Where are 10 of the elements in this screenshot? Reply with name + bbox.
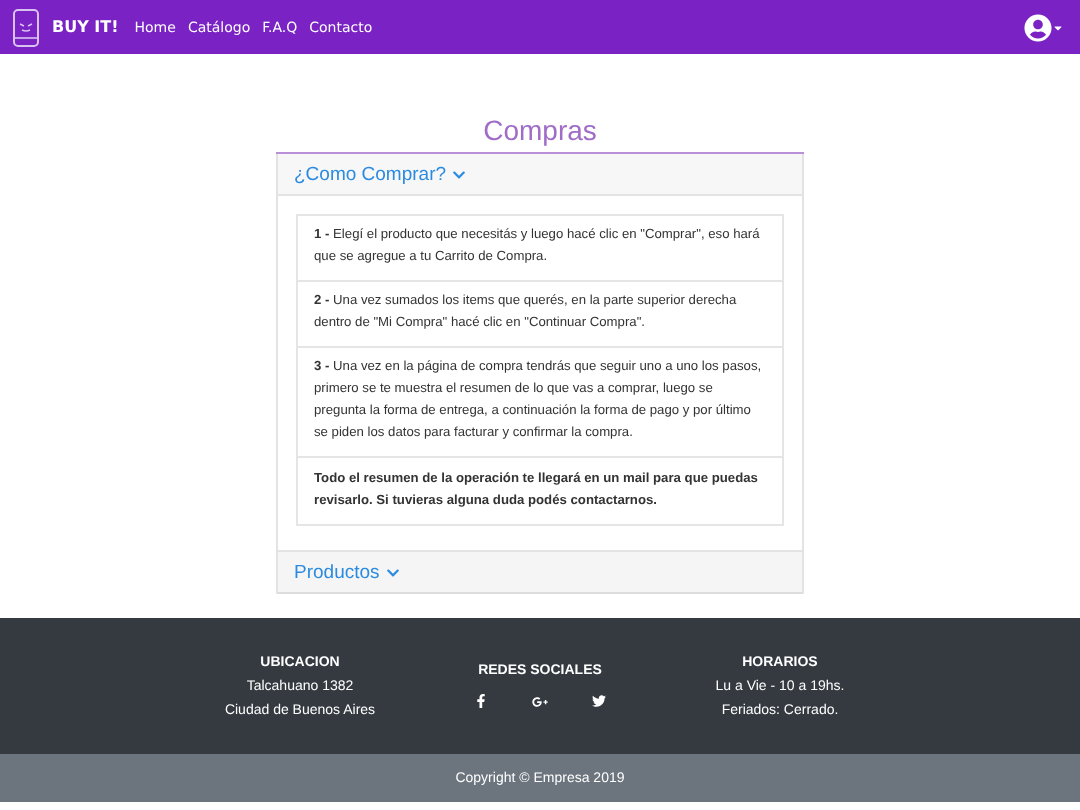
chevron-down-icon[interactable] — [452, 167, 467, 181]
caret-icon[interactable] — [1052, 21, 1064, 33]
facebook-icon[interactable] — [474, 693, 488, 707]
brand-name[interactable]: BUY IT! — [52, 18, 119, 36]
chevron-down-icon[interactable] — [385, 565, 400, 579]
user-avatar-icon[interactable] — [1024, 13, 1052, 41]
twitter-icon[interactable] — [592, 693, 606, 707]
tablet-logo-icon — [12, 7, 40, 47]
google-plus-icon[interactable] — [532, 693, 548, 709]
page-title: Compras — [481, 114, 599, 150]
